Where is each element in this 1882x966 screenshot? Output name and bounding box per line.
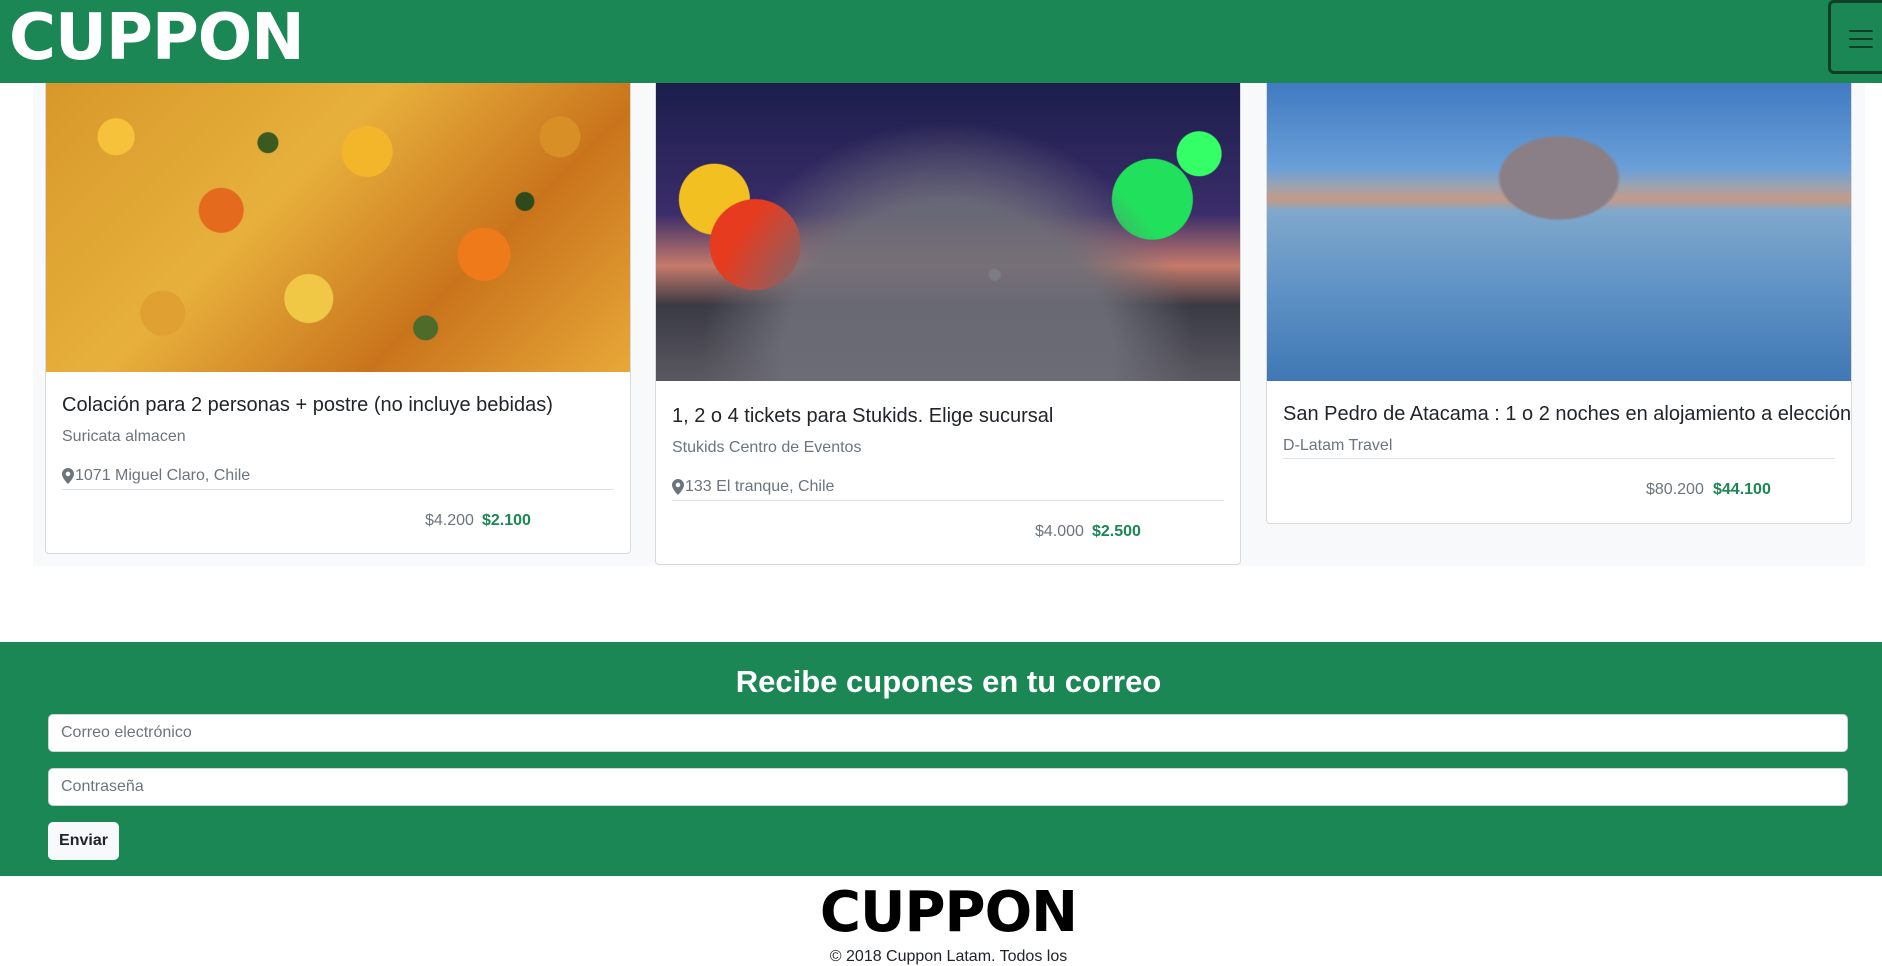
- deal-store: Stukids Centro de Eventos: [672, 439, 862, 456]
- deal-store: D-Latam Travel: [1283, 437, 1393, 454]
- original-price: $4.200: [425, 512, 474, 529]
- divider: [1283, 458, 1835, 459]
- deal-card[interactable]: San Pedro de Atacama : 1 o 2 noches en a…: [1266, 77, 1852, 524]
- deal-card[interactable]: Colación para 2 personas + postre (no in…: [45, 77, 631, 554]
- newsletter-section: Recibe cupones en tu correo Enviar: [0, 642, 1882, 876]
- top-navbar: CUPPON: [0, 0, 1882, 83]
- deal-price: $2.500: [1092, 523, 1141, 540]
- newsletter-title: Recibe cupones en tu correo: [735, 664, 1162, 699]
- deal-title[interactable]: Colación para 2 personas + postre (no in…: [62, 394, 553, 417]
- deal-price: $44.100: [1713, 481, 1771, 498]
- deal-address: 1071 Miguel Claro, Chile: [62, 467, 250, 485]
- copyright-text: © 2018 Cuppon Latam. Todos los: [829, 948, 1068, 965]
- password-field[interactable]: [48, 768, 1848, 806]
- deal-address-text: 1071 Miguel Claro, Chile: [75, 467, 251, 484]
- flamingo-lake-photo[interactable]: [1267, 78, 1851, 381]
- map-marker-icon: [672, 479, 684, 495]
- map-marker-icon: [62, 468, 74, 484]
- email-field[interactable]: [48, 714, 1848, 752]
- original-price: $4.000: [1035, 523, 1084, 540]
- original-price: $80.200: [1646, 481, 1704, 498]
- menu-toggle-button[interactable]: [1828, 0, 1882, 74]
- deal-price: $2.100: [482, 512, 531, 529]
- deal-address-text: 133 El tranque, Chile: [685, 478, 835, 495]
- divider: [62, 489, 614, 490]
- deal-store: Suricata almacen: [62, 428, 186, 445]
- deal-title[interactable]: San Pedro de Atacama : 1 o 2 noches en a…: [1283, 403, 1851, 426]
- submit-button[interactable]: Enviar: [48, 822, 119, 860]
- brand-logo[interactable]: CUPPON: [9, 4, 305, 72]
- amusement-fair-photo[interactable]: [656, 78, 1240, 381]
- footer-logo: CUPPON: [819, 880, 1078, 945]
- hamburger-menu-icon: [1849, 30, 1873, 48]
- deal-card[interactable]: 1, 2 o 4 tickets para Stukids. Elige suc…: [655, 77, 1241, 565]
- deal-title[interactable]: 1, 2 o 4 tickets para Stukids. Elige suc…: [672, 405, 1053, 428]
- deal-address: 133 El tranque, Chile: [672, 478, 834, 496]
- food-dish-photo[interactable]: [46, 78, 630, 372]
- divider: [672, 500, 1224, 501]
